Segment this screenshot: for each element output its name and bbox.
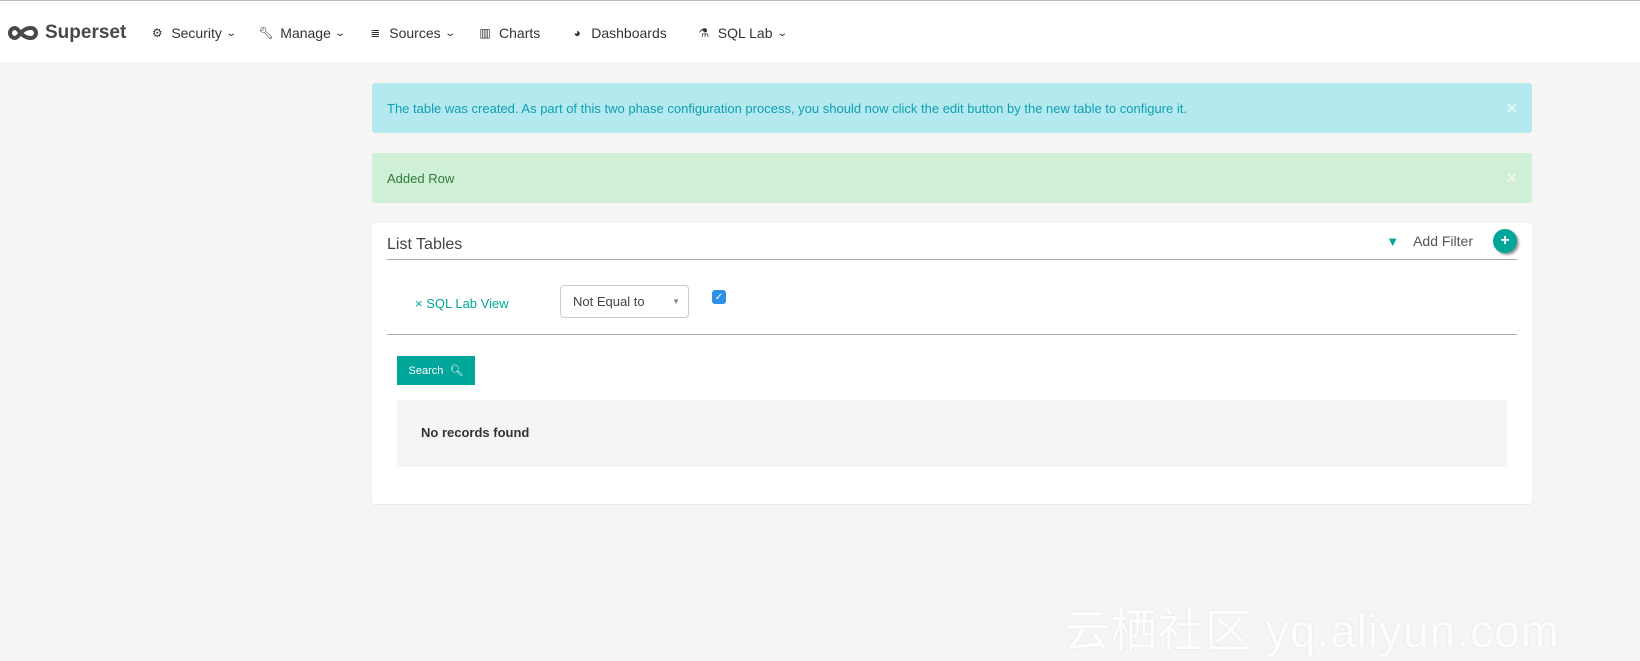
- add-record-button[interactable]: +: [1493, 229, 1517, 253]
- nav-dashboards[interactable]: ◕ Dashboards: [570, 25, 667, 41]
- remove-filter-link[interactable]: × SQL Lab View: [415, 296, 509, 311]
- database-icon: ≣: [370, 26, 381, 40]
- chevron-down-icon: ⌄: [443, 27, 456, 39]
- brand-logo[interactable]: Superset: [7, 22, 126, 44]
- wrench-icon: 🔧︎: [258, 26, 274, 40]
- watermark: 云栖社区 yq.aliyun.com: [1063, 605, 1560, 657]
- brand-name: Superset: [45, 22, 127, 43]
- caret-down-icon: ▼: [672, 297, 680, 306]
- search-icon: 🔍︎: [449, 365, 464, 377]
- nav-manage[interactable]: 🔧︎ Manage ⌄: [258, 25, 346, 41]
- success-alert: Added Row ×: [372, 153, 1532, 203]
- info-alert: The table was created. As part of this t…: [372, 83, 1532, 133]
- nav-charts[interactable]: ▥ Charts: [478, 25, 540, 41]
- flask-icon: ⚗: [698, 26, 710, 40]
- nav-security[interactable]: ⚙ Security ⌄: [150, 25, 237, 41]
- chevron-down-icon: ⌄: [775, 27, 788, 39]
- infinity-logo-icon: [8, 25, 38, 41]
- chevron-down-icon: ⌄: [225, 27, 237, 39]
- filter-row: × SQL Lab View Not Equal to ▼ ✓: [387, 260, 1517, 335]
- nav-sources[interactable]: ≣ Sources ⌄: [368, 25, 456, 41]
- top-border: [0, 0, 1640, 3]
- bar-chart-icon: ▥: [479, 26, 491, 40]
- panel-title: List Tables: [387, 236, 463, 253]
- dashboard-icon: ◕: [573, 26, 581, 40]
- close-icon[interactable]: ×: [1506, 168, 1517, 189]
- filter-operator-select[interactable]: Not Equal to ▼: [560, 285, 689, 318]
- filter-icon: ▼: [1386, 233, 1400, 249]
- filter-value-checkbox[interactable]: ✓: [712, 290, 726, 304]
- search-button[interactable]: Search 🔍︎: [397, 356, 475, 385]
- panel-header: List Tables ▼ Add Filter +: [387, 223, 1517, 260]
- nav-sql-lab[interactable]: ⚗ SQL Lab ⌄: [697, 25, 788, 41]
- add-filter-button[interactable]: ▼ Add Filter +: [1386, 229, 1517, 253]
- close-icon[interactable]: ×: [1506, 98, 1517, 119]
- navbar: Superset ⚙ Security ⌄ 🔧︎ Manage ⌄ ≣ Sources ⌄ …: [0, 4, 1640, 62]
- empty-state: No records found: [397, 400, 1507, 467]
- gears-icon: ⚙: [151, 26, 163, 40]
- list-tables-panel: List Tables ▼ Add Filter + × SQL Lab View …: [372, 223, 1532, 504]
- chevron-down-icon: ⌄: [334, 27, 346, 39]
